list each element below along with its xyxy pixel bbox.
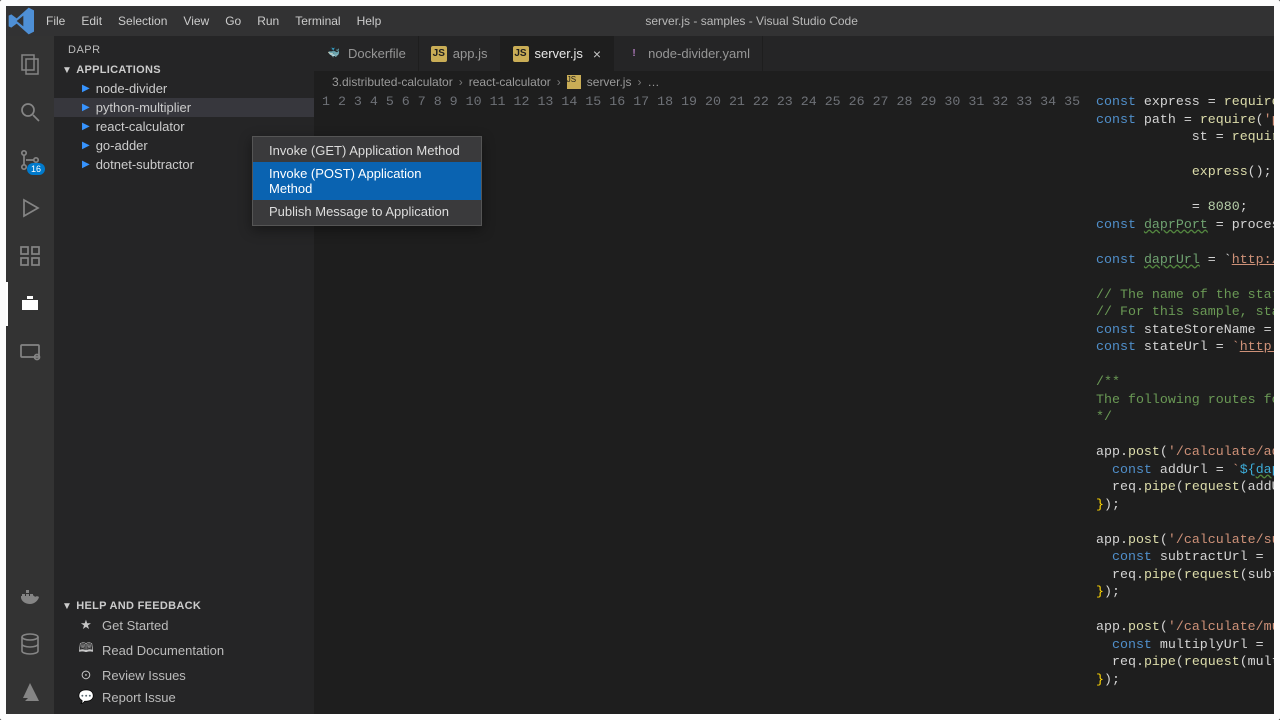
help-icon: 🕮 bbox=[78, 639, 94, 661]
breadcrumb-item[interactable]: react-calculator bbox=[469, 75, 551, 89]
title-bar: FileEditSelectionViewGoRunTerminalHelp s… bbox=[6, 6, 1274, 36]
run-debug-icon[interactable] bbox=[6, 186, 54, 230]
help-label: Review Issues bbox=[102, 668, 186, 683]
database-icon[interactable] bbox=[6, 622, 54, 666]
app-label: go-adder bbox=[96, 138, 148, 153]
help-icon: 💬 bbox=[78, 689, 94, 705]
search-icon[interactable] bbox=[6, 90, 54, 134]
activity-bar: 16 bbox=[6, 36, 54, 714]
menu-terminal[interactable]: Terminal bbox=[287, 6, 348, 36]
help-section-header[interactable]: ▼ HELP AND FEEDBACK bbox=[54, 598, 314, 614]
side-title: DAPR bbox=[54, 36, 314, 62]
menu-run[interactable]: Run bbox=[249, 6, 287, 36]
help-item[interactable]: ★ Get Started bbox=[54, 614, 314, 636]
help-label: Get Started bbox=[102, 618, 168, 633]
menu-bar: FileEditSelectionViewGoRunTerminalHelp bbox=[38, 6, 389, 36]
tab-label: node-divider.yaml bbox=[648, 46, 750, 61]
menu-help[interactable]: Help bbox=[349, 6, 390, 36]
tab-Dockerfile[interactable]: 🐳 Dockerfile bbox=[314, 36, 419, 71]
play-icon: ▶ bbox=[82, 83, 90, 94]
app-label: node-divider bbox=[96, 81, 168, 96]
play-icon: ▶ bbox=[82, 102, 90, 113]
help-section: ▼ HELP AND FEEDBACK ★ Get Started 🕮 Read Do… bbox=[54, 598, 314, 714]
breadcrumb-more[interactable]: … bbox=[647, 75, 659, 89]
tab-server.js[interactable]: JS server.js × bbox=[501, 36, 615, 71]
close-icon[interactable]: × bbox=[589, 46, 601, 62]
tab-label: server.js bbox=[535, 46, 583, 61]
dapr-extension-icon[interactable] bbox=[6, 282, 54, 326]
menu-view[interactable]: View bbox=[175, 6, 217, 36]
help-section-label: HELP AND FEEDBACK bbox=[76, 600, 201, 612]
app-item-python-multiplier[interactable]: ▶ python-multiplier bbox=[54, 98, 314, 117]
help-tree: ★ Get Started 🕮 Read Documentation ⊙ Review I… bbox=[54, 614, 314, 708]
docker-icon[interactable] bbox=[6, 574, 54, 618]
tab-app.js[interactable]: JS app.js bbox=[419, 36, 501, 71]
remote-icon[interactable] bbox=[6, 330, 54, 374]
help-item[interactable]: 🕮 Read Documentation bbox=[54, 636, 314, 664]
app-item-react-calculator[interactable]: ▶ react-calculator bbox=[54, 117, 314, 136]
window-title: server.js - samples - Visual Studio Code bbox=[389, 14, 1274, 28]
yaml-icon: ! bbox=[626, 46, 642, 62]
app-label: react-calculator bbox=[96, 119, 185, 134]
docker-icon: 🐳 bbox=[326, 46, 342, 62]
play-icon: ▶ bbox=[82, 121, 90, 132]
help-label: Read Documentation bbox=[102, 643, 224, 658]
app-label: dotnet-subtractor bbox=[96, 157, 194, 172]
chevron-down-icon: ▼ bbox=[62, 65, 72, 76]
js-icon: JS bbox=[513, 46, 529, 62]
help-icon: ★ bbox=[78, 617, 94, 633]
play-icon: ▶ bbox=[82, 159, 90, 170]
js-icon: JS bbox=[431, 46, 447, 62]
tab-label: Dockerfile bbox=[348, 46, 406, 61]
help-label: Report Issue bbox=[102, 690, 176, 705]
ctx-item[interactable]: Invoke (POST) Application Method bbox=[253, 162, 481, 200]
tab-label: app.js bbox=[453, 46, 488, 61]
help-item[interactable]: ⊙ Review Issues bbox=[54, 664, 314, 686]
chevron-down-icon: ▼ bbox=[62, 601, 72, 612]
play-icon: ▶ bbox=[82, 140, 90, 151]
vscode-logo-icon bbox=[6, 5, 38, 37]
ctx-item[interactable]: Publish Message to Application bbox=[253, 200, 481, 223]
ctx-item[interactable]: Invoke (GET) Application Method bbox=[253, 139, 481, 162]
app-item-node-divider[interactable]: ▶ node-divider bbox=[54, 79, 314, 98]
help-icon: ⊙ bbox=[78, 667, 94, 683]
menu-edit[interactable]: Edit bbox=[73, 6, 110, 36]
source-control-icon[interactable]: 16 bbox=[6, 138, 54, 182]
js-icon: JS bbox=[567, 75, 581, 89]
app-label: python-multiplier bbox=[96, 100, 191, 115]
breadcrumb-item[interactable]: 3.distributed-calculator bbox=[332, 75, 453, 89]
editor-tabs: 🐳 Dockerfile JS app.js JS server.js ×! node-div… bbox=[314, 36, 1274, 71]
vscode-window: FileEditSelectionViewGoRunTerminalHelp s… bbox=[0, 0, 1280, 720]
breadcrumb-item[interactable]: server.js bbox=[587, 75, 632, 89]
help-item[interactable]: 💬 Report Issue bbox=[54, 686, 314, 708]
context-menu: Invoke (GET) Application MethodInvoke (P… bbox=[252, 136, 482, 226]
main: 16 DAPR ▼ APPLICATIONS ▶ node-divider ▶ pyt… bbox=[6, 36, 1274, 714]
tab-node-divider.yaml[interactable]: ! node-divider.yaml bbox=[614, 36, 763, 71]
apps-section-label: APPLICATIONS bbox=[76, 64, 161, 76]
extensions-icon[interactable] bbox=[6, 234, 54, 278]
scm-badge: 16 bbox=[27, 163, 45, 175]
menu-file[interactable]: File bbox=[38, 6, 73, 36]
explorer-icon[interactable] bbox=[6, 42, 54, 86]
menu-selection[interactable]: Selection bbox=[110, 6, 175, 36]
menu-go[interactable]: Go bbox=[217, 6, 249, 36]
azure-icon[interactable] bbox=[6, 670, 54, 714]
code-lines[interactable]: const express = require('express'); cons… bbox=[1096, 93, 1274, 714]
apps-section-header[interactable]: ▼ APPLICATIONS bbox=[54, 62, 314, 78]
breadcrumb[interactable]: 3.distributed-calculator› react-calculat… bbox=[314, 71, 1274, 93]
